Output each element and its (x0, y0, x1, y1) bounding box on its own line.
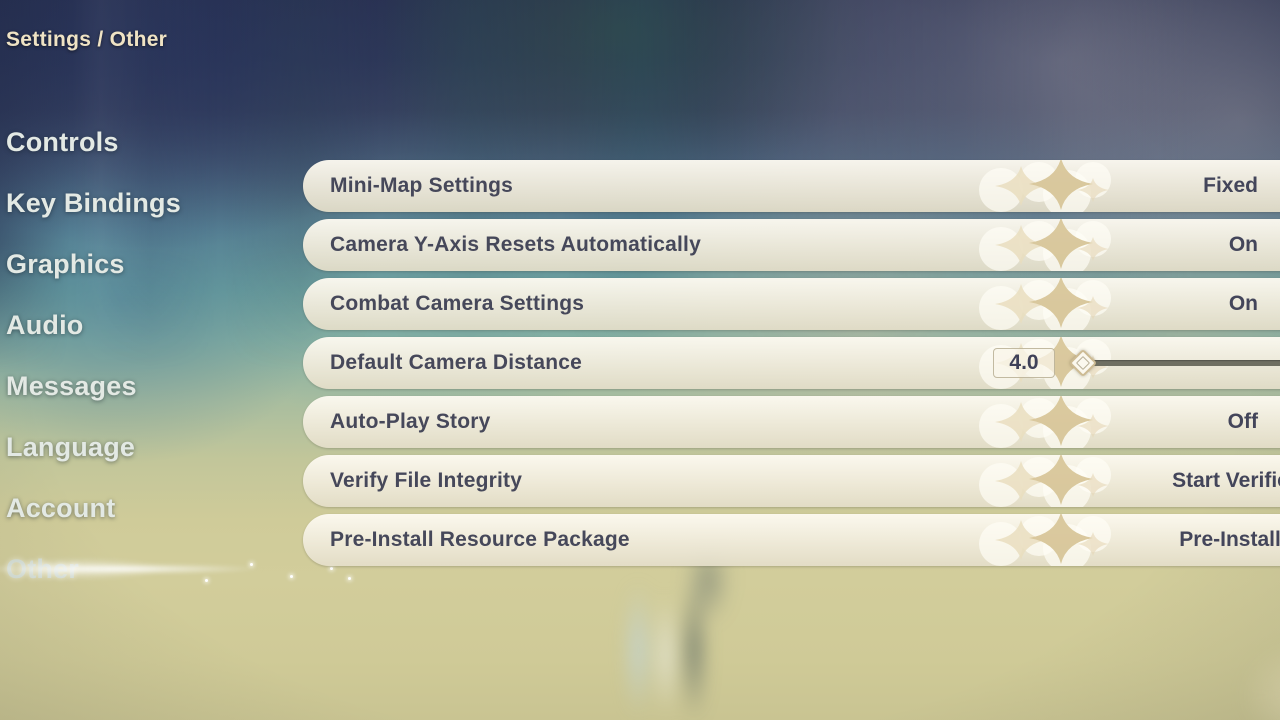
row-sparkle-decoration (943, 160, 1143, 212)
sparkle-icon (979, 514, 1111, 566)
settings-row-label: Default Camera Distance (330, 351, 583, 374)
settings-row-value[interactable]: On (1229, 278, 1258, 330)
slider-track-area[interactable] (1068, 348, 1280, 378)
row-sparkle-decoration (943, 455, 1143, 507)
selection-sparkle-dot (290, 575, 293, 578)
slider-value-field[interactable]: 4.0 (993, 348, 1055, 378)
sidebar-item-key-bindings[interactable]: Key Bindings (0, 173, 300, 234)
settings-screen: Settings / Other Controls Key Bindings Gra… (0, 0, 1280, 720)
sparkle-icon (979, 219, 1111, 271)
sidebar-item-label: Other (6, 554, 80, 584)
selection-sparkle-dot (205, 579, 208, 582)
sidebar-item-controls[interactable]: Controls (0, 112, 300, 173)
settings-row-value[interactable]: Off (1228, 396, 1258, 448)
sparkle-icon (979, 455, 1111, 507)
background-glow (1240, 640, 1280, 720)
settings-row-value[interactable]: Start Verification (1172, 455, 1280, 507)
settings-sidebar: Controls Key Bindings Graphics Audio Message… (0, 112, 351, 600)
sidebar-item-label: Account (6, 493, 116, 523)
settings-row-label: Combat Camera Settings (330, 292, 585, 315)
settings-row[interactable]: Mini-Map Settings Fixed (303, 160, 1280, 212)
sidebar-item-language[interactable]: Language (0, 417, 300, 478)
settings-row[interactable]: Verify File Integrity Start Verification (303, 455, 1280, 507)
settings-row-value[interactable]: Fixed (1203, 160, 1258, 212)
selection-sparkle-dot (348, 577, 351, 580)
sidebar-item-audio[interactable]: Audio (0, 295, 300, 356)
row-sparkle-decoration (943, 219, 1143, 271)
settings-row[interactable]: Camera Y-Axis Resets Automatically On (303, 219, 1280, 271)
sidebar-item-messages[interactable]: Messages (0, 356, 300, 417)
row-sparkle-decoration (943, 396, 1143, 448)
sidebar-item-label: Controls (6, 127, 119, 157)
row-sparkle-decoration (943, 278, 1143, 330)
sparkle-icon (979, 160, 1111, 212)
settings-row-label: Camera Y-Axis Resets Automatically (330, 233, 701, 256)
sidebar-item-label: Key Bindings (6, 188, 181, 218)
settings-list: Mini-Map Settings Fixed Camera Y-Axis Rese… (303, 160, 1280, 573)
sparkle-icon (979, 278, 1111, 330)
settings-row-label: Mini-Map Settings (330, 174, 514, 197)
sidebar-item-label: Language (6, 432, 136, 462)
sidebar-item-label: Messages (6, 371, 137, 401)
settings-row[interactable]: Default Camera Distance 4.0 (303, 337, 1280, 389)
selection-sparkle-dot (250, 563, 253, 566)
sparkle-icon (979, 396, 1111, 448)
settings-row-label: Verify File Integrity (330, 469, 523, 492)
sidebar-item-account[interactable]: Account (0, 478, 300, 539)
sidebar-item-label: Graphics (6, 249, 125, 279)
settings-row-label: Auto-Play Story (330, 410, 491, 433)
sidebar-item-label: Audio (6, 310, 84, 340)
settings-row-value[interactable]: On (1229, 219, 1258, 271)
slider-track[interactable] (1083, 360, 1280, 366)
settings-row[interactable]: Auto-Play Story Off (303, 396, 1280, 448)
slider-control[interactable]: 4.0 (993, 337, 1280, 389)
sidebar-item-graphics[interactable]: Graphics (0, 234, 300, 295)
diamond-handle-icon[interactable] (1068, 348, 1098, 378)
settings-row-label: Pre-Install Resource Package (330, 528, 630, 551)
sidebar-item-other[interactable]: Other (0, 539, 351, 600)
settings-row[interactable]: Combat Camera Settings On (303, 278, 1280, 330)
row-sparkle-decoration (943, 514, 1143, 566)
settings-row[interactable]: Pre-Install Resource Package Pre-Install … (303, 514, 1280, 566)
breadcrumb: Settings / Other (6, 28, 168, 51)
settings-row-value[interactable]: Pre-Install Now (1179, 514, 1280, 566)
